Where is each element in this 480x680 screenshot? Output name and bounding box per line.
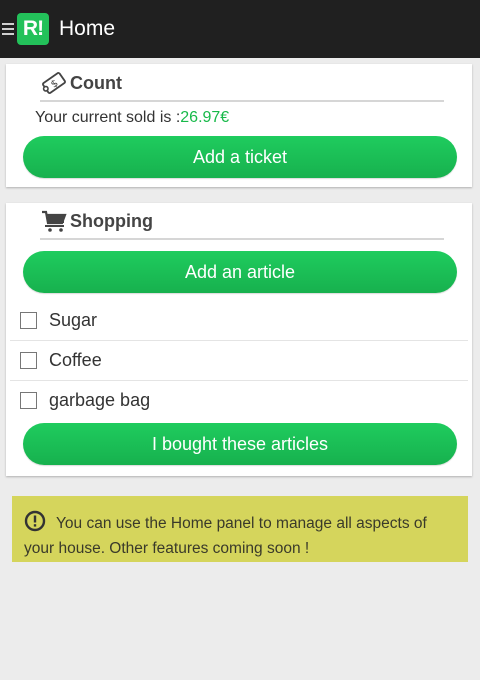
item-checkbox[interactable] <box>20 352 37 369</box>
shopping-title: Shopping <box>70 210 153 231</box>
menu-icon[interactable] <box>2 23 14 35</box>
list-item[interactable]: Sugar <box>10 301 468 341</box>
app-bar: R! Home <box>0 0 480 58</box>
shopping-header: Shopping <box>40 204 444 240</box>
app-logo[interactable]: R! <box>17 13 49 45</box>
alert-circle-icon <box>24 510 46 538</box>
cart-icon <box>40 207 68 235</box>
item-checkbox[interactable] <box>20 392 37 409</box>
list-item[interactable]: garbage bag <box>10 381 468 420</box>
list-item[interactable]: Coffee <box>10 341 468 381</box>
item-label: Sugar <box>49 310 98 330</box>
info-notice: You can use the Home panel to manage all… <box>12 496 468 562</box>
sold-line: Your current sold is :26.97€ <box>35 109 229 127</box>
count-card: $ Count Your current sold is :26.97€ Add… <box>6 64 472 187</box>
count-header: $ Count <box>40 66 444 102</box>
sold-prefix: Your current sold is : <box>35 109 181 126</box>
item-label: Coffee <box>49 350 102 370</box>
ticket-icon: $ <box>40 69 68 97</box>
svg-text:$: $ <box>49 78 61 91</box>
shopping-card: Shopping Add an article Sugar Coffee gar… <box>6 203 472 476</box>
item-checkbox[interactable] <box>20 312 37 329</box>
count-title: Count <box>70 72 122 93</box>
add-ticket-button[interactable]: Add a ticket <box>23 136 457 178</box>
notice-text: You can use the Home panel to manage all… <box>24 515 427 557</box>
bought-articles-button[interactable]: I bought these articles <box>23 423 457 465</box>
shopping-list: Sugar Coffee garbage bag <box>10 301 468 420</box>
page-title: Home <box>59 17 116 40</box>
add-article-button[interactable]: Add an article <box>23 251 457 293</box>
item-label: garbage bag <box>49 390 151 410</box>
sold-amount: 26.97€ <box>180 109 230 126</box>
